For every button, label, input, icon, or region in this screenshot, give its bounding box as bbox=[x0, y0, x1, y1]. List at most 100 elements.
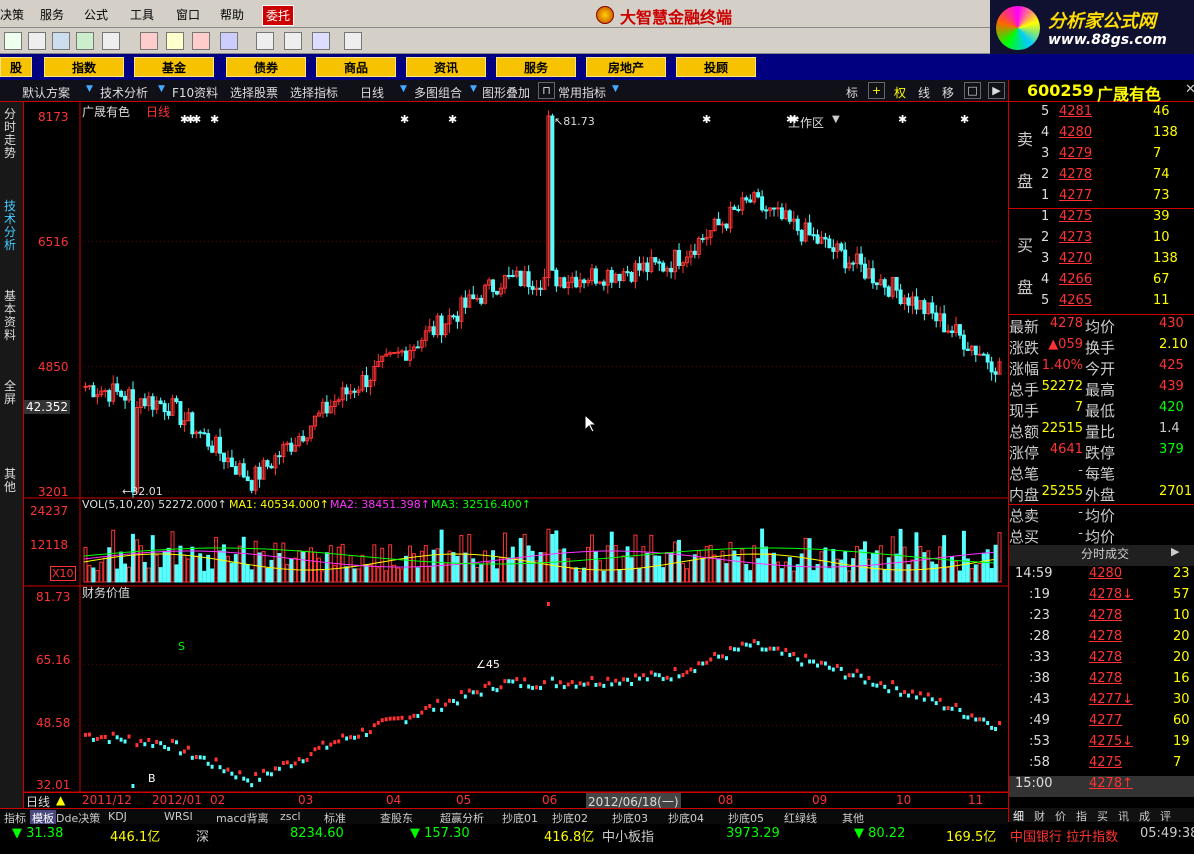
buy-level-3[interactable]: 3 4270 138 bbox=[1033, 251, 1193, 272]
candle bbox=[977, 353, 982, 356]
cat-service[interactable]: 服务 bbox=[496, 57, 576, 77]
func-multi-chart[interactable]: 多图组合 bbox=[414, 84, 462, 101]
dropdown-arrow-icon[interactable]: ▼ bbox=[86, 84, 93, 94]
toolbar-button-12[interactable] bbox=[312, 32, 330, 50]
volume-bar bbox=[198, 553, 203, 583]
menu-decision[interactable]: 决策 bbox=[0, 6, 24, 23]
func-default-scheme[interactable]: 默认方案 bbox=[22, 84, 70, 101]
func-tech-analysis[interactable]: 技术分析 bbox=[100, 84, 148, 101]
func-select-stock[interactable]: 选择股票 bbox=[230, 84, 278, 101]
func-line[interactable]: 线 bbox=[918, 84, 930, 101]
quote-tab[interactable]: 价 bbox=[1055, 808, 1066, 824]
binoculars-icon[interactable] bbox=[76, 32, 94, 50]
func-select-indicator[interactable]: 选择指标 bbox=[290, 84, 338, 101]
fin-value-bar bbox=[582, 682, 586, 687]
tick-price: 4278↓ bbox=[1089, 587, 1133, 602]
cat-fund[interactable]: 基金 bbox=[134, 57, 214, 77]
tab-technical[interactable]: 技术分析 bbox=[3, 200, 17, 252]
indicator-tab[interactable]: WRSI bbox=[164, 810, 193, 823]
quote-tab[interactable]: 讯 bbox=[1118, 808, 1129, 824]
sell-level-2[interactable]: 2 4278 74 bbox=[1033, 167, 1193, 188]
buy-level-5[interactable]: 5 4265 11 bbox=[1033, 293, 1193, 314]
func-rights[interactable]: 权 bbox=[894, 84, 906, 101]
cat-news[interactable]: 资讯 bbox=[406, 57, 486, 77]
dropdown-arrow-icon[interactable]: ▼ bbox=[158, 84, 165, 94]
buy-level-2[interactable]: 2 4273 10 bbox=[1033, 230, 1193, 251]
cat-advisor[interactable]: 投顾 bbox=[676, 57, 756, 77]
ticks-header[interactable]: 分时成交 ▶ bbox=[1009, 545, 1194, 566]
quote-tab[interactable]: 细 bbox=[1013, 808, 1024, 824]
quote-tab[interactable]: 评 bbox=[1160, 808, 1171, 824]
cat-realestate[interactable]: 房地产 bbox=[586, 57, 666, 77]
ad-banner[interactable]: 分析家公式网 www.88gs.com bbox=[990, 0, 1194, 56]
func-move[interactable]: 移 bbox=[942, 84, 954, 101]
quote-tab[interactable]: 财 bbox=[1034, 808, 1045, 824]
toolbar-button-1[interactable] bbox=[4, 32, 22, 50]
tab-other[interactable]: 其他 bbox=[3, 468, 17, 494]
toolbar-button-7[interactable] bbox=[166, 32, 184, 50]
lock-icon[interactable]: ⊓ bbox=[538, 82, 555, 99]
help-cursor-icon[interactable] bbox=[344, 32, 362, 50]
sell-level-4[interactable]: 4 4280 138 bbox=[1033, 125, 1193, 146]
cat-commodity[interactable]: 商品 bbox=[316, 57, 396, 77]
toolbar-button-6[interactable] bbox=[140, 32, 158, 50]
cat-stock[interactable]: 股 bbox=[0, 57, 32, 77]
volume-bar bbox=[305, 550, 310, 583]
menu-formula[interactable]: 公式 bbox=[84, 6, 108, 23]
chart-canvas[interactable]: ✱✱✱ ✱ ✱ ✱ ✱ ✱✱ ✱ ✱ bbox=[24, 102, 1008, 792]
candle bbox=[985, 354, 990, 363]
quote-tab[interactable]: 指 bbox=[1076, 808, 1087, 824]
toolbar-button-11[interactable] bbox=[284, 32, 302, 50]
crosshair-icon[interactable]: + bbox=[868, 82, 885, 99]
func-common-indicator[interactable]: 常用指标 bbox=[558, 84, 606, 101]
play-icon[interactable]: ▶ bbox=[988, 82, 1005, 99]
candle bbox=[724, 223, 729, 229]
window-icon[interactable]: □ bbox=[964, 82, 981, 99]
candle bbox=[957, 324, 962, 336]
toolbar-button-3[interactable] bbox=[52, 32, 70, 50]
indicator-tab[interactable]: zscl bbox=[280, 810, 301, 823]
menu-tools[interactable]: 工具 bbox=[130, 6, 154, 23]
indicator-tab[interactable]: KDJ bbox=[108, 810, 127, 823]
toolbar-button-5[interactable] bbox=[102, 32, 120, 50]
dropdown-arrow-icon[interactable]: ▼ bbox=[470, 84, 477, 94]
dropdown-arrow-icon[interactable]: ▼ bbox=[400, 84, 407, 94]
sell-level-3[interactable]: 3 4279 7 bbox=[1033, 146, 1193, 167]
dropdown-arrow-icon[interactable]: ▼ bbox=[612, 84, 619, 94]
close-icon[interactable]: ✕ bbox=[1185, 82, 1194, 97]
menu-entrust[interactable]: 委托 bbox=[262, 5, 295, 26]
vol-ma3: MA3: 32516.400↑ bbox=[431, 498, 531, 511]
quote-tab[interactable]: 成 bbox=[1139, 808, 1150, 824]
tab-intraday[interactable]: 分时走势 bbox=[3, 108, 17, 160]
tab-fundamentals[interactable]: 基本资料 bbox=[3, 290, 17, 342]
func-daily[interactable]: 日线 bbox=[360, 84, 384, 101]
menu-service[interactable]: 服务 bbox=[40, 6, 64, 23]
candle bbox=[463, 297, 468, 308]
func-mark[interactable]: 标 bbox=[846, 84, 858, 101]
buy-level-1[interactable]: 1 4275 39 bbox=[1033, 209, 1193, 230]
fin-value-bar bbox=[309, 752, 313, 757]
sell-level-1[interactable]: 1 4277 73 bbox=[1033, 188, 1193, 209]
volume-bar bbox=[498, 557, 503, 583]
quote-tab[interactable]: 买 bbox=[1097, 808, 1108, 824]
kline-chart[interactable]: ✱ ✱ ✱ ✱ ✱ ✱ ✱ ✱ ✱ ✱ ✱ 广晟有色 日线 8173 6516 4850 3201 … bbox=[24, 102, 1008, 792]
menu-window[interactable]: 窗口 bbox=[176, 6, 200, 23]
volume-bar bbox=[91, 567, 96, 583]
buy-level-4[interactable]: 4 4266 67 bbox=[1033, 272, 1193, 293]
sell-level-5[interactable]: 5 4281 46 bbox=[1033, 104, 1193, 125]
volume-bar bbox=[479, 564, 484, 583]
toolbar-button-9[interactable] bbox=[220, 32, 238, 50]
toolbar-button-8[interactable] bbox=[192, 32, 210, 50]
tick-time: :43 bbox=[1029, 692, 1050, 707]
date-label: 06 bbox=[542, 793, 558, 807]
expand-arrow-icon[interactable]: ▶ bbox=[1171, 545, 1179, 558]
toolbar-button-10[interactable] bbox=[256, 32, 274, 50]
cat-bond[interactable]: 债券 bbox=[226, 57, 306, 77]
cat-index[interactable]: 指数 bbox=[44, 57, 124, 77]
menu-help[interactable]: 帮助 bbox=[220, 6, 244, 23]
func-overlay[interactable]: 图形叠加 bbox=[482, 84, 530, 101]
toolbar-button-2[interactable] bbox=[28, 32, 46, 50]
tab-fullscreen[interactable]: 全屏 bbox=[3, 380, 17, 406]
func-f10[interactable]: F10资料 bbox=[172, 84, 218, 101]
volume-bar bbox=[811, 570, 816, 583]
